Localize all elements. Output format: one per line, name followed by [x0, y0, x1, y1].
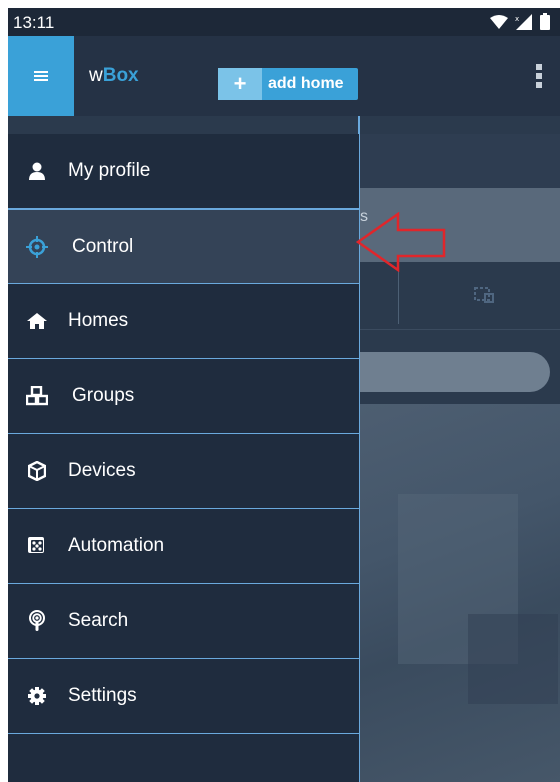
content-search-bar — [358, 352, 550, 392]
status-bar: 13:11 x — [8, 8, 560, 36]
wifi-icon — [490, 14, 508, 29]
podcast-icon — [26, 610, 48, 632]
drawer-item-devices[interactable]: Devices — [8, 434, 359, 509]
drawer-item-label: Groups — [72, 385, 135, 406]
drawer-item-label: Homes — [68, 310, 129, 331]
signal-icon: x — [515, 13, 532, 30]
app-bar: wBox + add home — [8, 36, 560, 116]
hamburger-icon — [34, 71, 48, 81]
svg-text:x: x — [515, 15, 519, 23]
content-tabs — [358, 262, 560, 330]
annotation-arrow — [356, 212, 446, 272]
navigation-drawer: My profile Control Homes Groups Devices … — [8, 116, 360, 782]
drawer-header-gap — [8, 116, 359, 134]
app-logo: wBox — [89, 65, 139, 87]
logo-prefix: w — [89, 65, 103, 86]
drawer-item-label: Search — [68, 610, 129, 631]
home-icon — [26, 310, 48, 332]
status-time: 13:11 — [13, 13, 55, 32]
add-home-label: add home — [268, 75, 344, 92]
system-icons: x — [490, 13, 550, 30]
drawer-item-automation[interactable]: Automation — [8, 509, 359, 584]
plus-icon: + — [218, 68, 262, 100]
drawer-item-homes[interactable]: Homes — [8, 284, 359, 359]
expand-icon — [474, 287, 494, 303]
drawer-item-label: Automation — [68, 535, 165, 556]
tab-divider — [398, 270, 399, 324]
app-screen: 13:11 x wBox + add home s My profile Con… — [8, 8, 560, 782]
logo-accent: Box — [102, 65, 139, 86]
person-icon — [26, 160, 48, 182]
drawer-item-label: Settings — [68, 685, 137, 706]
gear-icon — [26, 685, 48, 707]
drawer-item-label: Devices — [68, 460, 136, 481]
drawer-item-label: Control — [72, 235, 134, 257]
drawer-item-search[interactable]: Search — [8, 584, 359, 659]
room-photo — [358, 404, 560, 782]
hamburger-button[interactable] — [8, 36, 74, 116]
battery-icon — [540, 13, 550, 30]
cubes-icon — [26, 385, 48, 407]
more-options-icon[interactable] — [536, 64, 542, 88]
dice-icon — [26, 535, 48, 557]
drawer-item-my-profile[interactable]: My profile — [8, 134, 359, 209]
drawer-item-label: My profile — [68, 160, 151, 181]
drawer-item-groups[interactable]: Groups — [8, 359, 359, 434]
drawer-item-control[interactable]: Control — [8, 209, 359, 284]
add-home-button[interactable]: + add home — [218, 68, 358, 100]
cube-icon — [26, 460, 48, 482]
drawer-item-settings[interactable]: Settings — [8, 659, 359, 734]
crosshair-icon — [26, 235, 48, 258]
content-header-strip — [358, 134, 560, 190]
